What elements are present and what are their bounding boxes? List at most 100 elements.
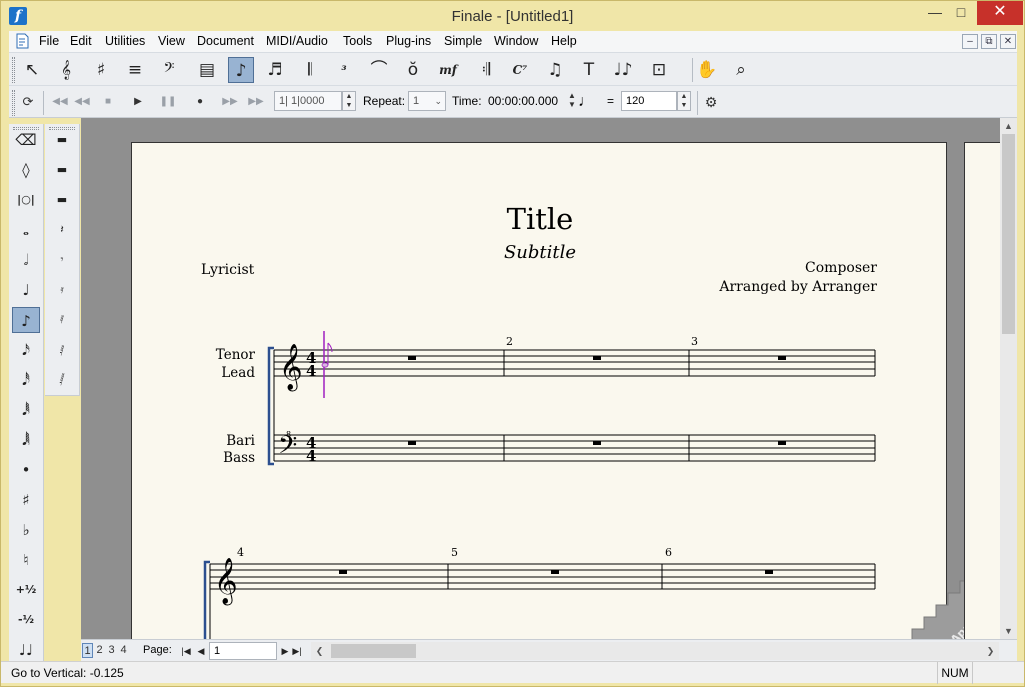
- close-button[interactable]: ✕: [977, 1, 1023, 25]
- page-number-input[interactable]: 1: [209, 642, 277, 660]
- one-twenty-eighth-rest-icon[interactable]: 𝅂: [48, 367, 76, 393]
- tempo-input[interactable]: 120: [621, 91, 677, 111]
- menu-help[interactable]: Help: [551, 34, 577, 48]
- next-page-icon[interactable]: ▶: [279, 643, 291, 659]
- sixteenth-note-icon[interactable]: 𝅘𝅥𝅯: [12, 337, 40, 363]
- staff1-name-line1[interactable]: Tenor: [216, 347, 256, 363]
- eraser-icon[interactable]: ⌫: [12, 127, 40, 153]
- half-note-icon[interactable]: 𝅗𝅥: [12, 247, 40, 273]
- quarter-note-icon[interactable]: ♩: [12, 277, 40, 303]
- play-button[interactable]: ▶: [127, 92, 149, 112]
- simple-entry-tool[interactable]: ♪: [228, 57, 254, 83]
- selection-tool[interactable]: ↖: [19, 57, 45, 83]
- expression-tool[interactable]: mf: [435, 57, 461, 83]
- resize-tool[interactable]: ♩♪: [610, 57, 636, 83]
- mdi-restore-button[interactable]: ⧉: [981, 34, 997, 49]
- stop-button[interactable]: ■: [97, 92, 119, 112]
- cross-staff-icon[interactable]: |○|: [12, 187, 40, 213]
- graphics-tool[interactable]: ⊡: [646, 57, 672, 83]
- menu-view[interactable]: View: [158, 34, 185, 48]
- tempo-spinner[interactable]: ▲ ▼: [677, 91, 691, 111]
- horizontal-scroll-thumb[interactable]: [331, 644, 416, 658]
- treble-clef-icon[interactable]: 𝄞: [279, 344, 303, 392]
- scroll-up-icon[interactable]: ▲: [1000, 118, 1017, 134]
- scroll-left-icon[interactable]: ❮: [311, 643, 328, 659]
- natural-icon[interactable]: ♮: [12, 547, 40, 573]
- vertical-scroll-thumb[interactable]: [1002, 134, 1015, 334]
- sharp-icon[interactable]: ♯: [12, 487, 40, 513]
- tie-icon[interactable]: ◊: [12, 157, 40, 183]
- document-area[interactable]: Title Subtitle Lyricist Composer Arrange…: [81, 118, 1000, 639]
- sixteenth-rest-icon[interactable]: 𝄿: [48, 277, 76, 303]
- document-icon[interactable]: [15, 33, 29, 49]
- rewind-to-start-button[interactable]: ◀◀: [49, 92, 71, 112]
- score-title[interactable]: Title: [507, 202, 574, 236]
- thirty-second-rest-icon[interactable]: 𝅀: [48, 307, 76, 333]
- vertical-scrollbar[interactable]: ▲ ▼: [1000, 118, 1017, 639]
- last-page-icon[interactable]: ▶|: [291, 643, 303, 659]
- toolbar-grip[interactable]: [12, 57, 15, 83]
- gear-icon[interactable]: ⚙: [700, 92, 722, 112]
- title-bar[interactable]: f Finale - [Untitled1] — □ ✕: [1, 1, 1024, 31]
- lyrics-tool[interactable]: ♫: [542, 57, 568, 83]
- previous-page-icon[interactable]: ◀: [195, 643, 207, 659]
- measure-tool[interactable]: ▤: [194, 57, 220, 83]
- score-canvas[interactable]: Title Subtitle Lyricist Composer Arrange…: [132, 143, 948, 639]
- half-step-down-icon[interactable]: -½: [12, 607, 40, 633]
- staff1-name-line2[interactable]: Lead: [221, 365, 255, 381]
- tuplet-tool[interactable]: ³: [331, 57, 357, 83]
- sixty-fourth-rest-icon[interactable]: 𝅁: [48, 337, 76, 363]
- menu-utilities[interactable]: Utilities: [105, 34, 145, 48]
- repeat-select[interactable]: 1 ⌄: [408, 91, 446, 111]
- quarter-rest-icon[interactable]: 𝄽: [48, 217, 76, 243]
- next-score-page[interactable]: [964, 142, 1000, 639]
- playback-settings-icon[interactable]: ⟳: [17, 92, 39, 112]
- page-tab-3[interactable]: 3: [106, 643, 117, 658]
- staff2-name-line1[interactable]: Bari: [226, 433, 255, 449]
- first-page-icon[interactable]: |◀: [180, 643, 192, 659]
- chord-tool[interactable]: C⁷: [507, 57, 533, 83]
- tempo-note-icon[interactable]: ♩: [575, 92, 597, 112]
- menu-edit[interactable]: Edit: [70, 34, 92, 48]
- staff2-name-line2[interactable]: Bass: [223, 450, 255, 466]
- fast-forward-button[interactable]: ▶▶: [219, 92, 241, 112]
- menu-plug-ins[interactable]: Plug-ins: [386, 34, 431, 48]
- grace-note-icon[interactable]: ♩♩: [12, 637, 40, 663]
- half-rest-low-icon[interactable]: ▬: [48, 187, 76, 213]
- page-tab-2[interactable]: 2: [94, 643, 105, 658]
- horizontal-scrollbar[interactable]: ❮ ❯: [311, 642, 999, 660]
- staff-tool[interactable]: 𝄞: [53, 57, 79, 83]
- eighth-note-icon[interactable]: ♪: [12, 307, 40, 333]
- toolbar-grip[interactable]: [12, 90, 15, 116]
- measure-counter-spinner[interactable]: ▲ ▼: [342, 91, 356, 111]
- score-page[interactable]: Title Subtitle Lyricist Composer Arrange…: [131, 142, 996, 639]
- hand-grabber-tool[interactable]: ✋: [694, 57, 720, 83]
- flat-icon[interactable]: ♭: [12, 517, 40, 543]
- menu-file[interactable]: File: [39, 34, 59, 48]
- whole-rest-icon[interactable]: ▬: [48, 127, 76, 153]
- record-button[interactable]: ●: [189, 92, 211, 112]
- text-tool[interactable]: T: [576, 57, 602, 83]
- fast-forward-to-end-button[interactable]: ▶▶: [245, 92, 267, 112]
- zoom-tool[interactable]: ⌕: [728, 57, 754, 83]
- score-arranger[interactable]: Arranged by Arranger: [718, 279, 877, 295]
- rewind-button[interactable]: ◀◀: [71, 92, 93, 112]
- menu-document[interactable]: Document: [197, 34, 254, 48]
- hyperscribe-tool[interactable]: 𝄃: [297, 57, 323, 83]
- pause-button[interactable]: ❚❚: [157, 92, 179, 112]
- scroll-right-icon[interactable]: ❯: [982, 643, 999, 659]
- score-composer[interactable]: Composer: [805, 260, 877, 276]
- menu-simple[interactable]: Simple: [444, 34, 482, 48]
- mdi-minimize-button[interactable]: –: [962, 34, 978, 49]
- clef-tool[interactable]: 𝄢: [156, 57, 182, 83]
- half-step-up-icon[interactable]: +½: [12, 577, 40, 603]
- time-sig-bottom-staff2[interactable]: 4: [306, 447, 316, 465]
- time-signature-tool[interactable]: ≡: [122, 57, 148, 83]
- maximize-button[interactable]: □: [945, 1, 977, 25]
- smart-shape-tool[interactable]: ⌒: [366, 57, 392, 83]
- menu-tools[interactable]: Tools: [343, 34, 372, 48]
- articulation-tool[interactable]: ŏ: [400, 57, 426, 83]
- whole-note-icon[interactable]: 𝅝: [12, 217, 40, 243]
- time-sig-bottom-staff1[interactable]: 4: [306, 362, 316, 380]
- scroll-down-icon[interactable]: ▼: [1000, 623, 1017, 639]
